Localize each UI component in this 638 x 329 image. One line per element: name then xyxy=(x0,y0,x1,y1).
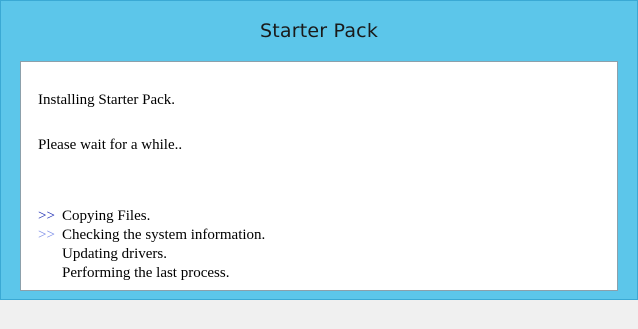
step-label: Copying Files. xyxy=(62,208,151,224)
step-last-process: Performing the last process. xyxy=(38,264,265,283)
current-step-marker: >> xyxy=(38,227,55,243)
wait-message: Please wait for a while.. xyxy=(38,137,183,153)
step-label: Updating drivers. xyxy=(62,246,167,262)
progress-panel: Installing Starter Pack. Please wait for… xyxy=(20,61,618,291)
window-title: Starter Pack xyxy=(259,20,379,42)
step-checking-system: >> Checking the system information. xyxy=(38,226,265,245)
install-heading: Installing Starter Pack. xyxy=(38,92,176,108)
installer-window: Starter Pack Installing Starter Pack. Pl… xyxy=(0,0,638,300)
step-copying-files: >> Copying Files. xyxy=(38,207,265,226)
step-updating-drivers: Updating drivers. xyxy=(38,245,265,264)
step-label: Performing the last process. xyxy=(62,265,230,281)
step-label: Checking the system information. xyxy=(62,227,266,243)
completed-step-marker: >> xyxy=(38,208,55,224)
background-strip xyxy=(0,300,638,329)
title-bar: Starter Pack xyxy=(1,1,637,61)
step-list: >> Copying Files. >> Checking the system… xyxy=(38,207,265,283)
